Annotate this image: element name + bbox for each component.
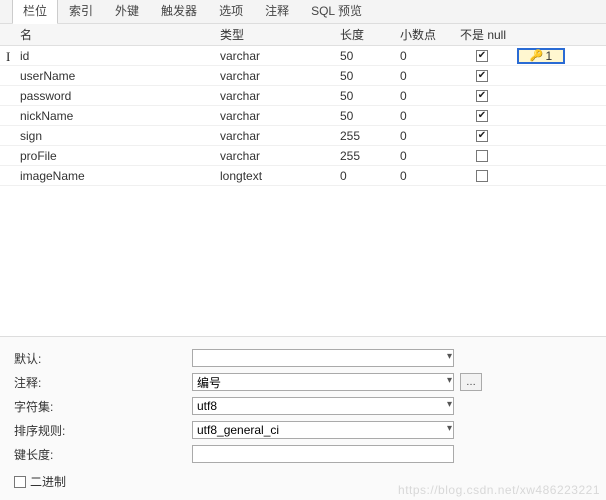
primary-key-indicator[interactable]: 🔑1 <box>517 48 565 64</box>
cell-notnull[interactable] <box>460 70 515 82</box>
keylength-input[interactable] <box>192 445 454 463</box>
cell-notnull[interactable] <box>460 130 515 142</box>
field-row[interactable]: nickNamevarchar500 <box>0 106 606 126</box>
cell-length[interactable]: 255 <box>340 149 400 163</box>
cell-name[interactable]: sign <box>20 129 220 143</box>
cell-name[interactable]: userName <box>20 69 220 83</box>
notnull-checkbox[interactable] <box>476 110 488 122</box>
default-label: 默认: <box>14 350 192 367</box>
cell-decimals[interactable]: 0 <box>400 69 460 83</box>
tab-1[interactable]: 索引 <box>58 0 104 23</box>
cell-name[interactable]: id <box>20 49 220 63</box>
field-row[interactable]: passwordvarchar500 <box>0 86 606 106</box>
notnull-checkbox[interactable] <box>476 150 488 162</box>
comment-more-button[interactable]: … <box>460 373 482 391</box>
cell-type[interactable]: varchar <box>220 129 340 143</box>
cell-notnull[interactable] <box>460 150 515 162</box>
binary-checkbox[interactable] <box>14 476 26 488</box>
cell-type[interactable]: varchar <box>220 109 340 123</box>
cell-decimals[interactable]: 0 <box>400 169 460 183</box>
cell-notnull[interactable] <box>460 50 515 62</box>
tab-bar: 栏位索引外键触发器选项注释SQL 预览 <box>0 0 606 24</box>
field-row[interactable]: proFilevarchar2550 <box>0 146 606 166</box>
cell-key[interactable]: 🔑1 <box>515 48 570 64</box>
collation-select[interactable] <box>192 421 454 439</box>
cell-type[interactable]: longtext <box>220 169 340 183</box>
field-grid: 名 类型 长度 小数点 不是 null Iidvarchar500🔑1userN… <box>0 24 606 336</box>
field-row[interactable]: Iidvarchar500 🔑1 <box>0 46 606 66</box>
notnull-checkbox[interactable] <box>476 90 488 102</box>
cell-decimals[interactable]: 0 <box>400 149 460 163</box>
col-header-name[interactable]: 名 <box>20 26 220 43</box>
cell-name[interactable]: proFile <box>20 149 220 163</box>
notnull-checkbox[interactable] <box>476 70 488 82</box>
cell-name[interactable]: imageName <box>20 169 220 183</box>
field-properties-panel: 默认: ▾ 注释: ▾ … 字符集: ▾ 排序规则: ▾ <box>0 336 606 496</box>
cell-length[interactable]: 50 <box>340 69 400 83</box>
cell-notnull[interactable] <box>460 170 515 182</box>
cell-name[interactable]: password <box>20 89 220 103</box>
cell-decimals[interactable]: 0 <box>400 49 460 63</box>
field-row[interactable]: signvarchar2550 <box>0 126 606 146</box>
comment-input[interactable] <box>192 373 454 391</box>
cell-length[interactable]: 255 <box>340 129 400 143</box>
col-header-decimals[interactable]: 小数点 <box>400 26 460 43</box>
cell-decimals[interactable]: 0 <box>400 89 460 103</box>
default-input[interactable] <box>192 349 454 367</box>
cell-notnull[interactable] <box>460 110 515 122</box>
cell-type[interactable]: varchar <box>220 89 340 103</box>
table-designer-window: { "tabs": [ { "label": "栏位", "active": t… <box>0 0 606 500</box>
cell-notnull[interactable] <box>460 90 515 102</box>
keylength-label: 键长度: <box>14 446 192 463</box>
tab-6[interactable]: SQL 预览 <box>300 0 373 23</box>
charset-label: 字符集: <box>14 398 192 415</box>
field-row[interactable]: imageNamelongtext00 <box>0 166 606 186</box>
cell-length[interactable]: 50 <box>340 109 400 123</box>
notnull-checkbox[interactable] <box>476 130 488 142</box>
notnull-checkbox[interactable] <box>476 50 488 62</box>
cell-type[interactable]: varchar <box>220 69 340 83</box>
cell-length[interactable]: 50 <box>340 49 400 63</box>
charset-select[interactable] <box>192 397 454 415</box>
comment-label: 注释: <box>14 374 192 391</box>
tab-2[interactable]: 外键 <box>104 0 150 23</box>
collation-label: 排序规则: <box>14 422 192 439</box>
tab-0[interactable]: 栏位 <box>12 0 58 24</box>
notnull-checkbox[interactable] <box>476 170 488 182</box>
cell-decimals[interactable]: 0 <box>400 109 460 123</box>
cell-type[interactable]: varchar <box>220 49 340 63</box>
col-header-type[interactable]: 类型 <box>220 26 340 43</box>
col-header-length[interactable]: 长度 <box>340 26 400 43</box>
cell-decimals[interactable]: 0 <box>400 129 460 143</box>
tab-4[interactable]: 选项 <box>208 0 254 23</box>
col-header-notnull[interactable]: 不是 null <box>460 26 515 43</box>
key-icon: 🔑 <box>530 49 544 62</box>
cell-type[interactable]: varchar <box>220 149 340 163</box>
grid-body: Iidvarchar500🔑1userNamevarchar500passwor… <box>0 46 606 186</box>
cell-length[interactable]: 0 <box>340 169 400 183</box>
cell-length[interactable]: 50 <box>340 89 400 103</box>
tab-5[interactable]: 注释 <box>254 0 300 23</box>
field-row[interactable]: userNamevarchar500 <box>0 66 606 86</box>
cell-name[interactable]: nickName <box>20 109 220 123</box>
grid-header: 名 类型 长度 小数点 不是 null <box>0 24 606 46</box>
key-index: 1 <box>546 49 553 63</box>
binary-label: 二进制 <box>30 473 66 490</box>
edit-caret-icon: I <box>6 49 10 65</box>
grid-empty-area[interactable] <box>0 186 606 336</box>
tab-3[interactable]: 触发器 <box>150 0 208 23</box>
